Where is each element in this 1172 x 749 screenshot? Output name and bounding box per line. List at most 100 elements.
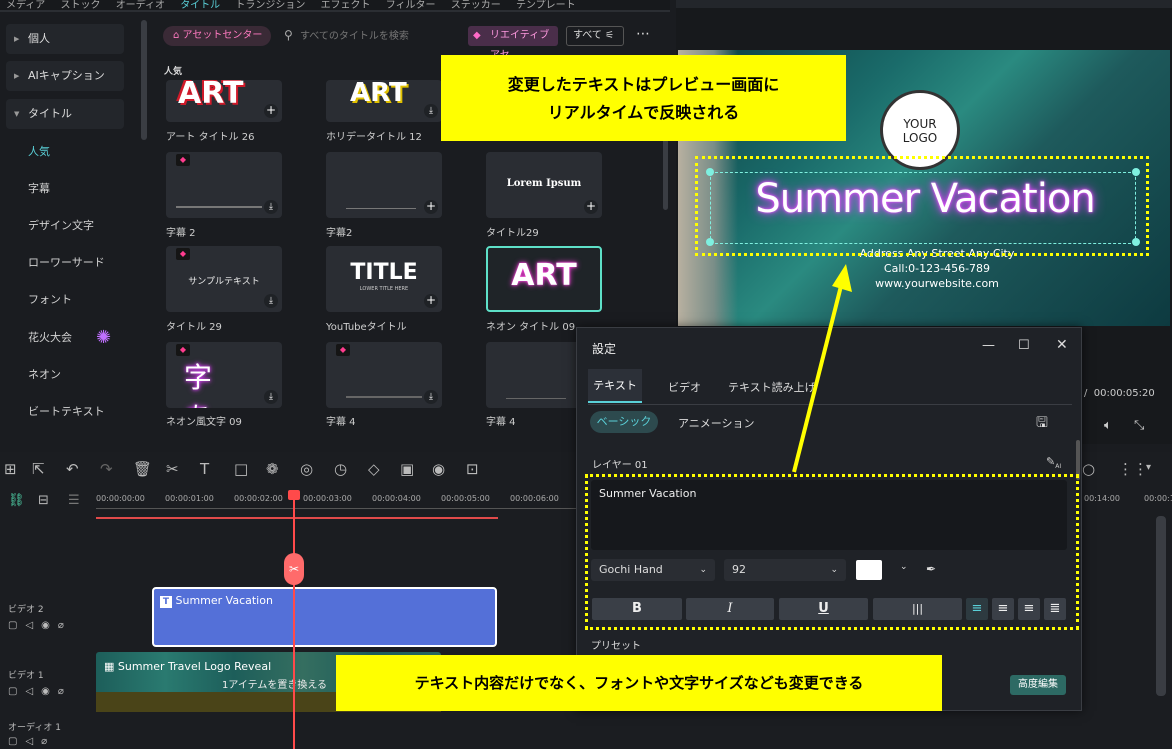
sidebar-item-ai-captions[interactable]: ▶ AIキャプション xyxy=(6,61,124,91)
fullscreen-icon[interactable]: ⤡ xyxy=(1134,418,1144,433)
download-icon[interactable]: ⤓ xyxy=(424,390,438,404)
delete-icon[interactable]: 🗑︎ xyxy=(133,460,152,478)
fireworks-icon: ✺ xyxy=(96,327,112,348)
subtab-basic[interactable]: ベーシック xyxy=(590,411,658,433)
playhead-handle[interactable] xyxy=(288,490,300,500)
ai-edit-icon[interactable]: ✎AI xyxy=(1046,455,1061,470)
add-icon[interactable]: + xyxy=(264,104,278,118)
title-tile[interactable]: + xyxy=(326,152,442,218)
tile-label: ネオン タイトル 09 xyxy=(486,322,576,333)
video-clip-title: Summer Travel Logo Reveal xyxy=(117,660,272,673)
sidebar-item-design-text[interactable]: デザイン文字 xyxy=(0,208,140,244)
title-tile-selected[interactable]: ART xyxy=(486,246,602,312)
folder-icon[interactable]: ▢ xyxy=(8,620,25,631)
track-label: オーディオ 1 xyxy=(8,723,61,733)
timeline-menu-icon[interactable]: ⋮⋮ xyxy=(1118,460,1148,478)
title-tile[interactable]: ◆ サンプルテキスト ⤓ xyxy=(166,246,282,312)
color-icon[interactable]: ❁ xyxy=(266,460,279,478)
sidebar-item-lower-third[interactable]: ローワーサード xyxy=(0,245,140,281)
advanced-edit-button[interactable]: 高度編集 xyxy=(1010,675,1066,695)
sidebar-item-popular[interactable]: 人気 xyxy=(0,134,140,170)
audio-icon[interactable]: ◁ xyxy=(25,686,41,697)
website-text: www.yourwebsite.com xyxy=(875,277,999,290)
sidebar-item-personal[interactable]: ▶ 個人 xyxy=(6,24,124,54)
ai-tool-icon[interactable]: ◎ xyxy=(300,460,313,478)
sidebar-item-fireworks[interactable]: 花火大会 ✺ xyxy=(0,320,140,356)
filter-all-dropdown[interactable]: すべて ⚟ xyxy=(566,26,624,46)
eye-icon[interactable]: ◉ xyxy=(41,620,58,631)
timeline-scrollbar[interactable] xyxy=(1156,516,1166,696)
crop-icon[interactable]: □ xyxy=(234,460,248,478)
sidebar-item-neon[interactable]: ネオン xyxy=(0,357,140,393)
save-preset-icon[interactable]: 🖫︎ xyxy=(1036,412,1048,436)
folder-icon[interactable]: ▢ xyxy=(8,686,25,697)
track-controls[interactable]: ▢◁⌀ xyxy=(8,736,55,747)
minimize-icon[interactable]: — xyxy=(982,338,995,353)
sidebar-item-subtitles[interactable]: 字幕 xyxy=(0,171,140,207)
audio-icon[interactable]: ◁ xyxy=(25,620,41,631)
title-clip[interactable]: T Summer Vacation xyxy=(152,587,497,647)
speed-icon[interactable]: ◷ xyxy=(334,460,347,478)
grid-view-icon[interactable]: ⊞ xyxy=(4,460,17,478)
asset-center-button[interactable]: ⌂ アセットセンター xyxy=(163,26,271,46)
undo-icon[interactable]: ↶ xyxy=(66,460,79,478)
search-input[interactable] xyxy=(300,26,450,46)
keyframe-icon[interactable]: ◇ xyxy=(368,460,380,478)
download-icon[interactable]: ⤓ xyxy=(264,390,278,404)
collapse-icon: ▼ xyxy=(14,110,20,118)
folder-icon[interactable]: ▢ xyxy=(8,736,25,747)
sidebar-item-beat-text[interactable]: ビートテキスト xyxy=(0,394,140,430)
ruler-label: 00:00:05:00 xyxy=(441,494,490,503)
premium-gem-icon: ◆ xyxy=(176,154,190,166)
translate-icon[interactable]: ⊡ xyxy=(466,460,479,478)
track-controls[interactable]: ▢◁◉⌀ xyxy=(8,686,72,697)
tile-label: 字幕 4 xyxy=(326,417,356,428)
callout-top-line2: リアルタイムで反映される xyxy=(547,103,740,122)
sidebar-item-font[interactable]: フォント xyxy=(0,282,140,318)
mute-icon[interactable]: ⌀ xyxy=(41,736,55,747)
title-tile[interactable]: Lorem Ipsum + xyxy=(486,152,602,218)
volume-icon[interactable]: 🔈︎ xyxy=(1104,418,1112,433)
redo-icon[interactable]: ↷ xyxy=(100,460,113,478)
ruler-label: 00:00:00:00 xyxy=(96,494,145,503)
dialog-tab-text[interactable]: テキスト xyxy=(588,369,642,403)
dialog-tab-video[interactable]: ビデオ xyxy=(668,379,701,395)
subtab-animation[interactable]: アニメーション xyxy=(678,415,755,431)
creative-assets-button[interactable]: ◆リエイティブアセ xyxy=(468,26,558,61)
close-icon[interactable]: ✕ xyxy=(1056,337,1068,353)
split-handle-icon[interactable]: ✂ xyxy=(284,553,304,585)
track-add-icon[interactable]: ☰ xyxy=(68,493,80,508)
title-tile[interactable]: TITLE LOWER TITLE HERE + xyxy=(326,246,442,312)
split-icon[interactable]: ✂ xyxy=(166,460,179,478)
download-icon[interactable]: ⤓ xyxy=(264,294,278,308)
link-icon[interactable]: ⛓ xyxy=(8,493,25,508)
title-tile[interactable]: ◆ ⤓ xyxy=(326,342,442,408)
subtitle-icon[interactable]: ▣ xyxy=(400,460,414,478)
track-controls[interactable]: ▢◁◉⌀ xyxy=(8,620,72,631)
sidebar-item-titles[interactable]: ▼ タイトル xyxy=(6,99,124,129)
add-icon[interactable]: + xyxy=(584,200,598,214)
voice-icon[interactable]: ◉ xyxy=(432,460,445,478)
playhead-line[interactable] xyxy=(293,492,295,749)
maximize-icon[interactable]: ☐ xyxy=(1018,338,1030,353)
more-options-icon[interactable]: ⋯ xyxy=(636,26,650,42)
add-icon[interactable]: + xyxy=(424,294,438,308)
snap-icon[interactable]: ⊟ xyxy=(38,493,49,508)
expand-icon: ▶ xyxy=(14,35,20,43)
title-tile[interactable]: ART ⤓ xyxy=(326,80,442,122)
title-tile[interactable]: ◆ 字 あ ⤓ xyxy=(166,342,282,408)
add-icon[interactable]: + xyxy=(424,200,438,214)
chevron-down-icon[interactable]: ▾ xyxy=(1146,462,1151,473)
timeline-options-icon[interactable]: ○ xyxy=(1082,460,1095,478)
title-tile[interactable]: ◆ ⤓ xyxy=(166,152,282,218)
download-icon[interactable]: ⤓ xyxy=(264,200,278,214)
sidebar-scrollbar[interactable] xyxy=(141,20,147,140)
download-icon[interactable]: ⤓ xyxy=(424,104,438,118)
select-tool-icon[interactable]: ⇱ xyxy=(32,460,45,478)
eye-icon[interactable]: ◉ xyxy=(41,686,58,697)
mute-icon[interactable]: ⌀ xyxy=(58,620,72,631)
title-tile[interactable]: ART + xyxy=(166,80,282,122)
text-tool-icon[interactable]: T xyxy=(200,460,209,478)
audio-icon[interactable]: ◁ xyxy=(25,736,41,747)
mute-icon[interactable]: ⌀ xyxy=(58,686,72,697)
